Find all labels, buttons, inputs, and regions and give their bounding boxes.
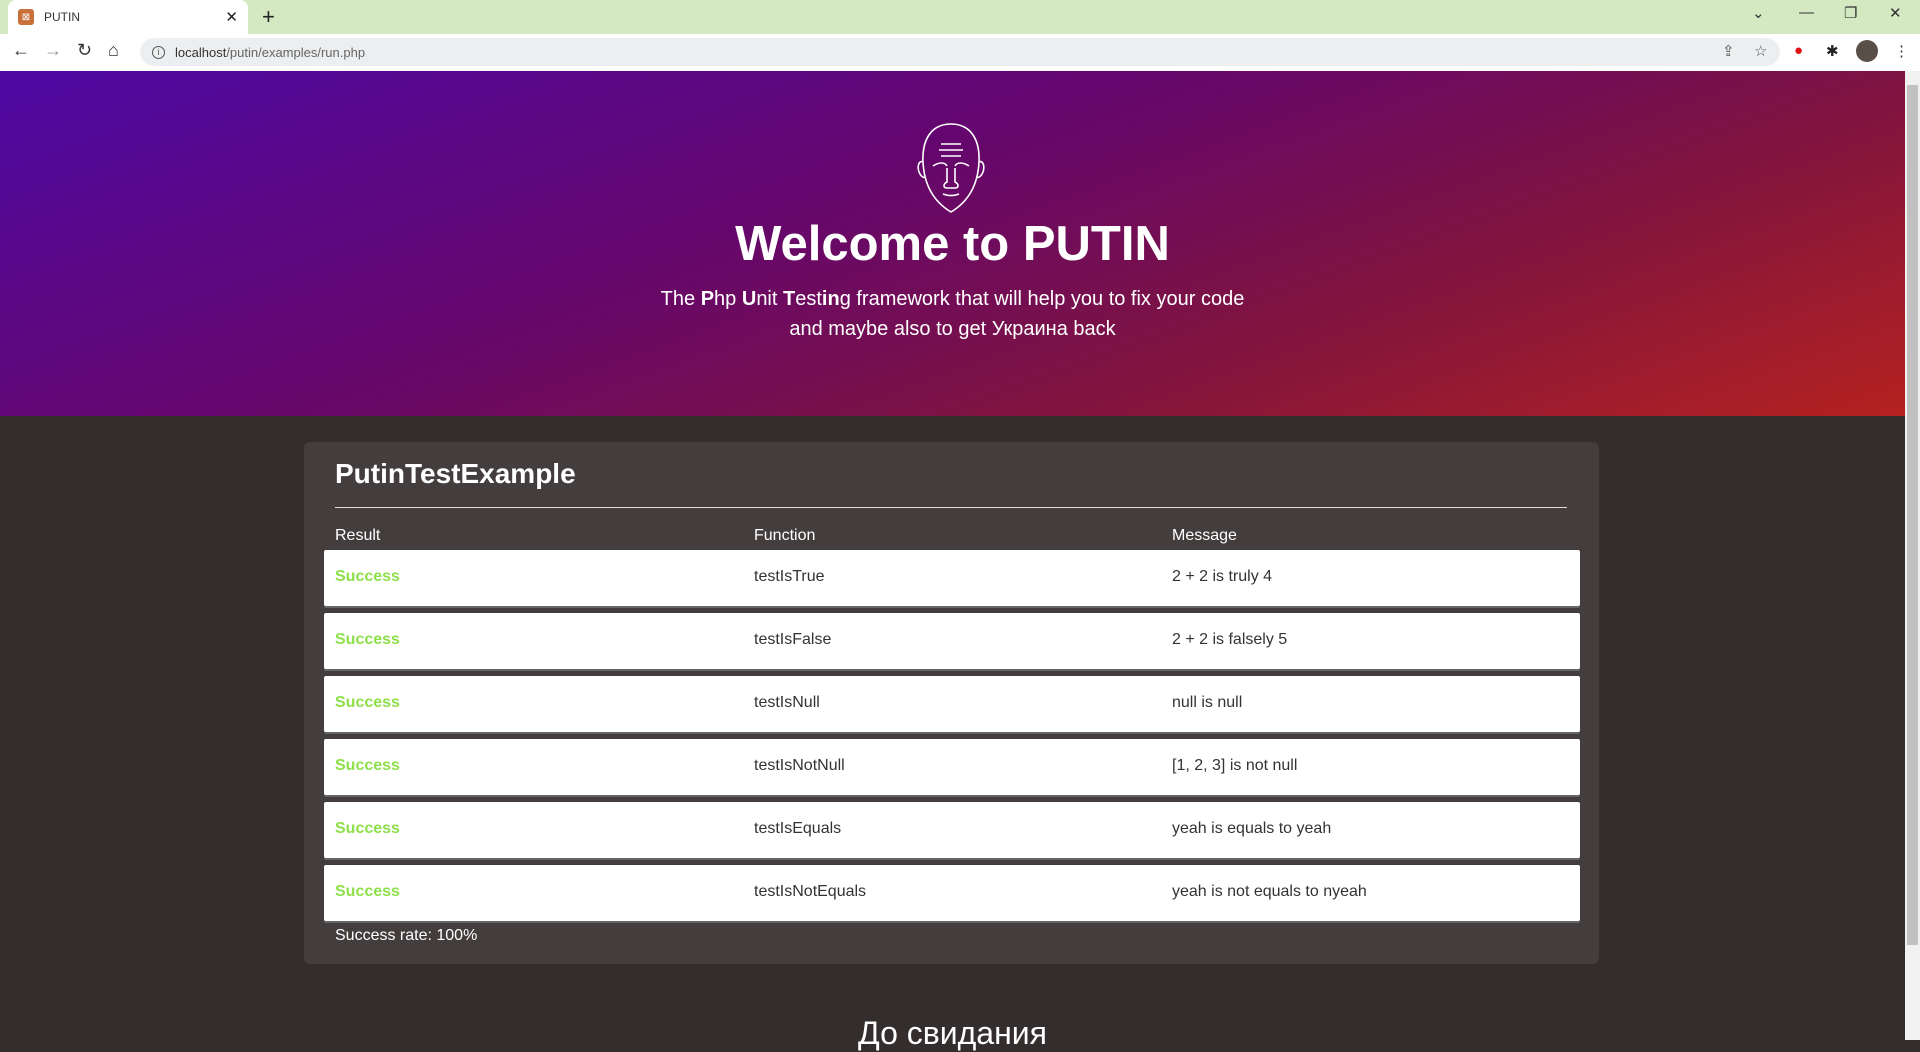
tab-search-icon[interactable]: ⌄ bbox=[1752, 4, 1765, 22]
success-rate: Success rate: 100% bbox=[335, 927, 478, 944]
close-tab-icon[interactable]: ✕ bbox=[225, 8, 238, 26]
forward-icon[interactable]: → bbox=[44, 40, 62, 61]
address-bar[interactable]: i localhost/putin/examples/run.php bbox=[140, 38, 1780, 66]
header-function: Function bbox=[754, 527, 816, 544]
message-cell: yeah is equals to yeah bbox=[1172, 820, 1332, 837]
function-cell: testIsFalse bbox=[754, 631, 832, 648]
header-message: Message bbox=[1172, 527, 1237, 544]
subtitle-text: g framework that will help you to fix yo… bbox=[839, 288, 1245, 310]
share-icon[interactable]: ⇪ bbox=[1722, 42, 1735, 60]
tab-title: PUTIN bbox=[44, 10, 80, 24]
hero-subtitle-line2: and maybe also to get Украина back bbox=[789, 318, 1116, 340]
putin-face-logo-icon bbox=[917, 123, 985, 213]
profile-avatar[interactable] bbox=[1856, 40, 1878, 62]
subtitle-bold: U bbox=[741, 288, 757, 310]
extensions-icon[interactable]: ✱ bbox=[1826, 42, 1839, 60]
browser-tab[interactable]: ⊠ PUTIN ✕ bbox=[8, 0, 248, 34]
function-cell: testIsNotNull bbox=[754, 757, 845, 774]
adblock-extension-icon[interactable]: ● bbox=[1794, 42, 1803, 59]
message-cell: [1, 2, 3] is not null bbox=[1172, 757, 1298, 774]
subtitle-bold: in bbox=[821, 288, 840, 310]
footer-text: До свидания bbox=[858, 1015, 1047, 1051]
suite-title: PutinTestExample bbox=[335, 458, 576, 489]
page-title: Welcome to PUTIN bbox=[735, 217, 1170, 271]
hero-subtitle-line1: The Php Unit Testing framework that will… bbox=[0, 288, 1905, 311]
subtitle-text: nit bbox=[756, 288, 783, 310]
scrollbar-thumb[interactable] bbox=[1907, 85, 1918, 945]
result-cell: Success bbox=[335, 883, 400, 900]
subtitle-text: est bbox=[795, 288, 822, 310]
url-host: localhost bbox=[175, 44, 227, 60]
subtitle-bold: P bbox=[700, 288, 715, 310]
message-cell: yeah is not equals to nyeah bbox=[1172, 883, 1367, 900]
minimize-icon[interactable]: — bbox=[1799, 4, 1814, 21]
hero-banner: Welcome to PUTIN The Php Unit Testing fr… bbox=[0, 71, 1905, 416]
xampp-favicon-icon: ⊠ bbox=[18, 9, 34, 25]
site-info-icon[interactable]: i bbox=[152, 45, 165, 59]
function-cell: testIsNull bbox=[754, 694, 820, 711]
restore-icon[interactable]: ❐ bbox=[1844, 4, 1857, 22]
result-cell: Success bbox=[335, 757, 400, 774]
scrollbar[interactable] bbox=[1905, 71, 1920, 1040]
divider bbox=[335, 507, 1567, 508]
table-row: Success testIsTrue 2 + 2 is truly 4 bbox=[324, 550, 1580, 606]
bookmark-star-icon[interactable]: ☆ bbox=[1754, 42, 1767, 60]
table-row: Success testIsNotEquals yeah is not equals… bbox=[324, 865, 1580, 921]
menu-icon[interactable]: ⋮ bbox=[1894, 42, 1909, 60]
message-cell: null is null bbox=[1172, 694, 1243, 711]
result-cell: Success bbox=[335, 568, 400, 585]
table-row: Success testIsFalse 2 + 2 is falsely 5 bbox=[324, 613, 1580, 669]
result-cell: Success bbox=[335, 694, 400, 711]
result-cell: Success bbox=[335, 631, 400, 648]
function-cell: testIsNotEquals bbox=[754, 883, 867, 900]
new-tab-icon[interactable]: + bbox=[262, 4, 275, 30]
reload-icon[interactable]: ↻ bbox=[77, 40, 92, 61]
table-row: Success testIsNull null is null bbox=[324, 676, 1580, 732]
message-cell: 2 + 2 is falsely 5 bbox=[1172, 631, 1288, 648]
message-cell: 2 + 2 is truly 4 bbox=[1172, 568, 1273, 585]
close-window-icon[interactable]: ✕ bbox=[1889, 4, 1902, 22]
table-row: Success testIsNotNull [1, 2, 3] is not nul… bbox=[324, 739, 1580, 795]
result-cell: Success bbox=[335, 820, 400, 837]
function-cell: testIsTrue bbox=[754, 568, 825, 585]
back-icon[interactable]: ← bbox=[12, 40, 30, 61]
subtitle-text: hp bbox=[714, 288, 742, 310]
subtitle-bold: T bbox=[783, 288, 796, 310]
browser-toolbar: ← → ↻ ⌂ i localhost/putin/examples/run.p… bbox=[0, 34, 1920, 71]
function-cell: testIsEquals bbox=[754, 820, 842, 837]
tab-bar: ⊠ PUTIN ✕ + ⌄ — ❐ ✕ bbox=[0, 0, 1920, 34]
url-path: /putin/examples/run.php bbox=[226, 44, 366, 60]
subtitle-text: The bbox=[660, 288, 701, 310]
test-suite-card: PutinTestExample Result Function Message… bbox=[304, 442, 1599, 964]
table-row: Success testIsEquals yeah is equals to yea… bbox=[324, 802, 1580, 858]
home-icon[interactable]: ⌂ bbox=[108, 40, 119, 61]
header-result: Result bbox=[335, 527, 381, 544]
